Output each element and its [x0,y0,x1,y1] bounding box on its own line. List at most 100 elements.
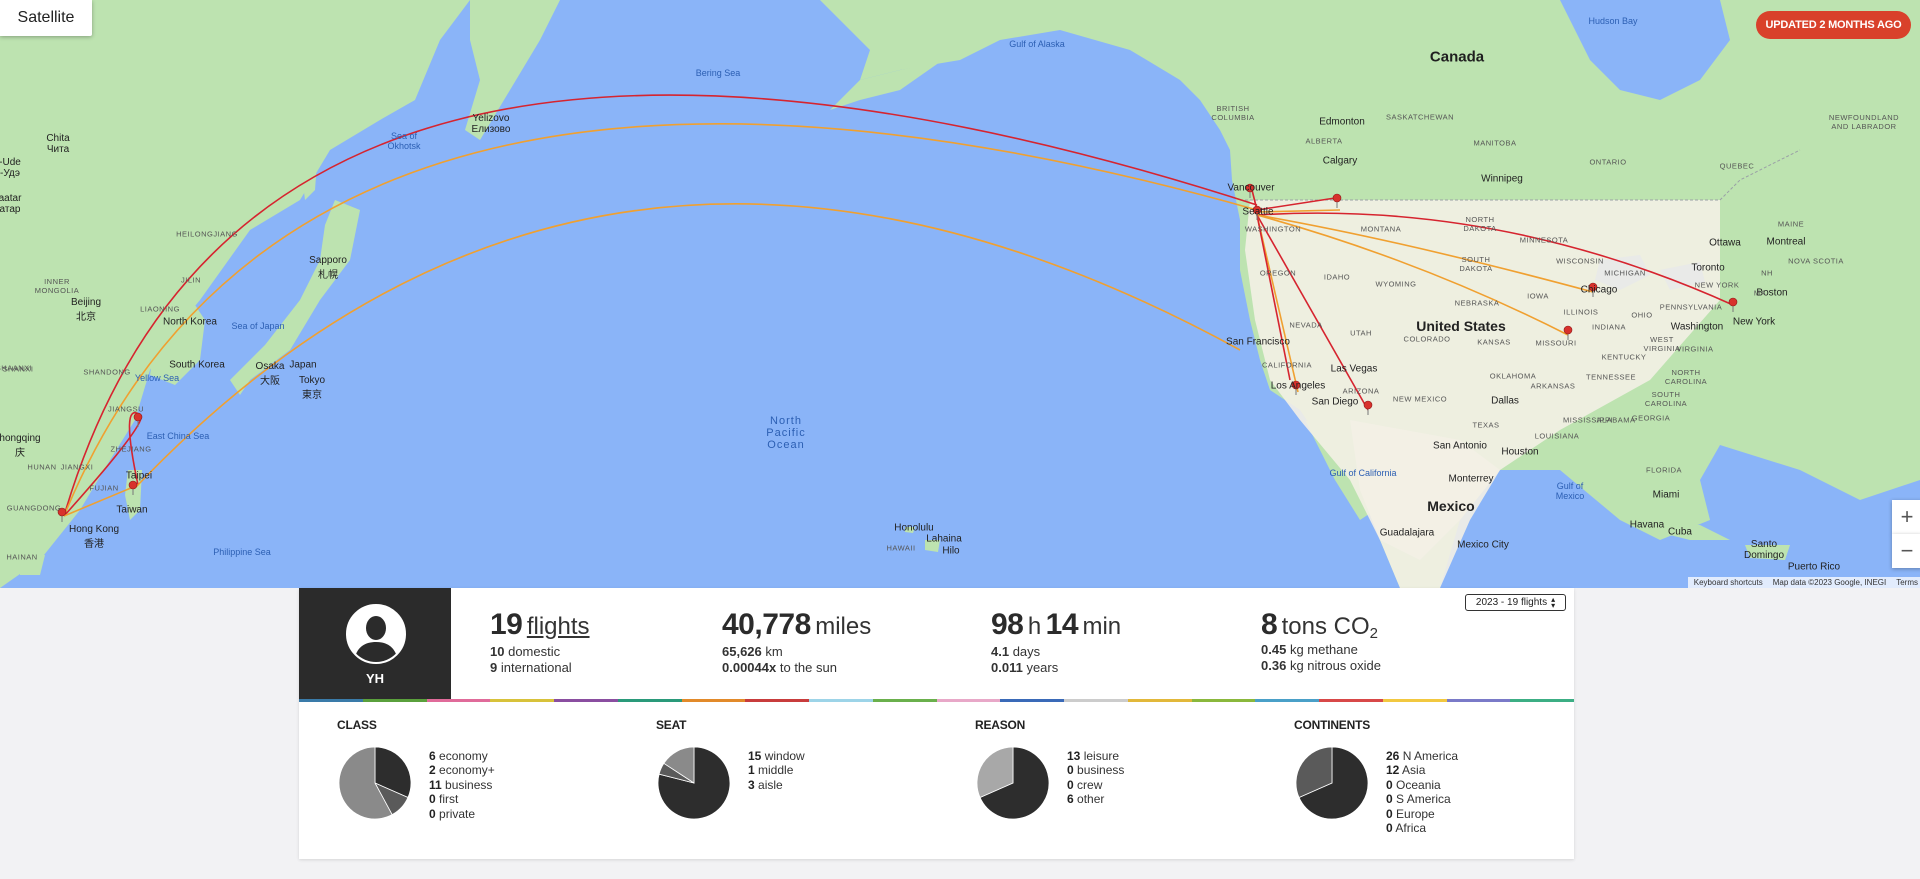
breakdown-item-label: economy [435,749,488,763]
stat-emissions: 8 tons CO2 0.45 kg methane 0.36 kg nitro… [1261,608,1381,674]
methane-value: 0.45 [1261,642,1287,658]
breakdown-item: 0 Oceania [1386,778,1458,792]
updated-badge: UPDATED 2 MONTHS AGO [1756,11,1911,39]
km-value: 65,626 [722,644,762,659]
stripe-segment [426,699,491,702]
flights-link[interactable]: flights [527,613,590,640]
hours-value: 98 [991,608,1024,641]
zoom-in-button[interactable]: + [1892,500,1920,534]
breakdown-item-label: crew [1073,777,1103,792]
breakdown-item-value: 0 [1386,777,1393,792]
avatar [346,604,406,664]
nitrous-label: kg nitrous oxide [1289,658,1381,674]
breakdown-item: 3 aisle [748,778,805,792]
stripe-segment [1510,699,1574,702]
international-count: 9 [490,660,498,675]
breakdown-item-label: middle [754,763,794,778]
years-value: 0.011 [991,660,1023,675]
breakdown-list: 26 N America 12 Asia 0 Oceania 0 S America 0… [1386,749,1458,835]
breakdown-title: REASON [975,718,1026,732]
stripe-segment [362,699,427,702]
breakdown-item: 0 first [429,792,495,806]
breakdown-item-value: 0 [1386,806,1393,821]
breakdown-item-value: 0 [1386,821,1393,836]
breakdown-item-value: 26 [1386,749,1400,763]
breakdown-item-label: leisure [1080,749,1120,763]
profile-card[interactable]: YH [299,588,451,699]
breakdown-list: 13 leisure 0 business 0 crew 6 other [1067,749,1124,807]
year-select[interactable]: 2023 - 19 flights ▴ ▾ [1465,594,1566,611]
breakdown-item-value: 0 [1067,763,1074,778]
years-label: years [1026,660,1059,675]
stat-distance: 40,778 miles 65,626 km 0.00044x to the s… [722,608,871,676]
breakdown-item-value: 0 [429,792,436,807]
stripe-segment [554,699,618,702]
breakdown-item-label: private [435,806,476,821]
breakdown-item-label: aisle [754,777,783,792]
breakdown-item-value: 0 [1067,777,1074,792]
breakdown-title: CLASS [337,718,377,732]
stripe-segment [1127,699,1192,702]
stripe-segment [1064,699,1128,702]
breakdown-title: SEAT [656,718,687,732]
breakdown-item-value: 15 [748,749,762,763]
breakdown-item: 1 middle [748,763,805,777]
breakdown-title: CONTINENTS [1294,718,1371,732]
pie-chart [657,746,731,820]
breakdown-item: 6 other [1067,792,1124,806]
breakdown-item-label: S America [1392,792,1451,807]
sun-ratio-value: 0.00044x [722,660,777,675]
breakdown-item-value: 13 [1067,749,1081,763]
map-attribution: Keyboard shortcuts Map data ©2023 Google… [1687,577,1920,588]
breakdown-item-value: 11 [429,777,442,792]
breakdown-item-label: other [1073,792,1105,807]
nitrous-value: 0.36 [1261,658,1287,674]
stripe-segment [1191,699,1256,702]
keyboard-shortcuts-link[interactable]: Keyboard shortcuts [1694,578,1763,587]
breakdown-item-value: 1 [748,763,755,778]
methane-label: kg methane [1289,642,1358,658]
land-hispaniola [1745,545,1790,560]
stripe-segment [809,699,873,702]
color-stripe [299,699,1574,702]
km-label: km [765,644,783,659]
breakdown-item: 13 leisure [1067,749,1124,763]
breakdown-item: 0 business [1067,763,1124,777]
zoom-out-button[interactable]: − [1892,534,1920,568]
breakdown-item-value: 0 [1386,792,1393,807]
pie-chart [976,746,1050,820]
stripe-segment [1382,699,1447,702]
hours-unit: h [1027,613,1042,640]
map-data-text: Map data ©2023 Google, INEGI [1772,578,1887,587]
stripe-segment [299,699,363,702]
map-canvas [0,0,1920,588]
breakdown-item: 0 S America [1386,792,1458,806]
stripe-segment [936,699,1001,702]
breakdown-item-label: first [435,792,459,807]
flight-map[interactable]: Canada United States Mexico North Korea Sout… [0,0,1920,588]
minutes-unit: min [1082,613,1122,640]
satellite-toggle-button[interactable]: Satellite [0,0,92,36]
stat-time: 98 h 14 min 4.1 days 0.011 years [991,608,1121,676]
breakdown-item: 0 private [429,807,495,821]
terms-link[interactable]: Terms [1896,578,1918,587]
breakdown-item: 6 economy [429,749,495,763]
breakdown-item-label: Asia [1399,763,1426,778]
breakdown-list: 6 economy 2 economy+ 11 business 0 first 0 p… [429,749,495,821]
pie-chart [338,746,412,820]
sun-ratio-label: to the sun [779,660,837,675]
breakdown-seat: SEAT 15 window 1 middle 3 aisle [656,718,805,820]
miles-unit: miles [815,613,872,640]
co2-unit: tons CO [1281,613,1370,640]
stripe-segment [1255,699,1319,702]
breakdown-item: 0 crew [1067,778,1124,792]
domestic-label: domestic [508,644,561,659]
stripe-segment [617,699,682,702]
person-silhouette-icon [348,606,404,662]
breakdown-item-label: N America [1399,749,1459,763]
stripe-segment [1446,699,1511,702]
breakdown-class: CLASS 6 economy 2 economy+ 11 business 0 fir… [337,718,495,821]
select-arrows-icon: ▴ ▾ [1551,594,1556,610]
breakdown-item: 26 N America [1386,749,1458,763]
breakdown-item-label: window [761,749,805,763]
